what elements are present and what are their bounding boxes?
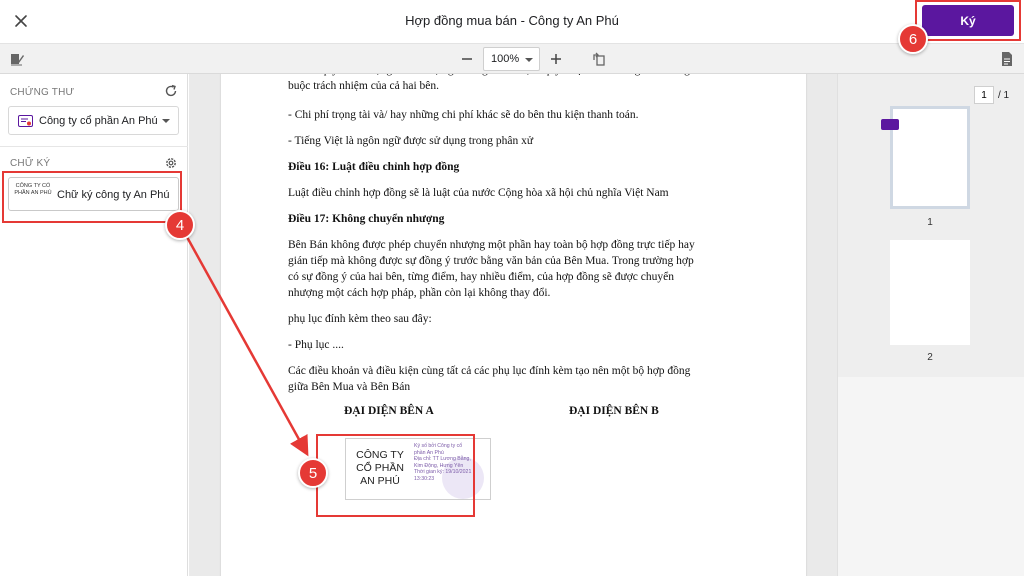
stamp-info-line: Thời gian ký: 19/10/2021 [414, 469, 472, 476]
document-text-line: - Chi phí trọng tài và/ hay những chi ph… [288, 109, 639, 121]
stamp-info-line: Địa chỉ: TT Lương Bằng, [414, 456, 471, 463]
document-text-line: gián tiếp mà không được sự đồng ý trước … [288, 255, 694, 267]
document-text-line: Các điều khoản và điều kiện cùng tất cả … [288, 365, 691, 377]
chevron-down-icon [162, 119, 170, 123]
thumbnail-list: / 1 1 2 [838, 74, 1024, 377]
document-text-line: giữa Bên Mua và Bên Bán [288, 381, 411, 393]
stamp-info-line: Ký số bởi Công ty cổ [414, 443, 463, 449]
signature-thumbnail: CÔNG TY CỔ PHẦN AN PHÚ [14, 183, 52, 196]
document-info-button[interactable] [996, 48, 1018, 70]
pen-edit-icon [11, 54, 24, 66]
document-icon [1002, 52, 1012, 66]
page-thumbnail-label: 1 [927, 217, 933, 228]
thumbnail-panel: / 1 1 2 [837, 74, 1024, 576]
page-thumbnail-2[interactable] [890, 240, 970, 345]
gear-icon[interactable] [164, 156, 178, 170]
chevron-down-icon [525, 58, 533, 62]
cert-section-label: CHỨNG THƯ [10, 87, 75, 98]
left-panel: CHỨNG THƯ Công ty cổ phần An Phú CHỮ KÝ … [0, 74, 188, 576]
document-text-line: Bên Bán không được phép chuyển nhượng mộ… [288, 239, 695, 251]
signature-item[interactable]: CÔNG TY CỔ PHẦN AN PHÚ Chữ ký công ty An… [8, 177, 179, 211]
stamp-info-line: Kim Động, Hưng Yên [414, 462, 464, 469]
zoom-select[interactable]: 100% [483, 47, 540, 71]
document-text-line: Luật điều chỉnh hợp đồng sẽ là luật của … [288, 187, 669, 199]
signature-section-label: CHỮ KÝ [10, 158, 51, 169]
edit-signature-button[interactable] [6, 48, 28, 70]
toolbar: 100% [0, 44, 1024, 74]
document-text-line: phụ lục đính kèm theo sau đây: [288, 313, 432, 325]
signature-marker [881, 119, 899, 130]
stamp-company-name: CÔNG TY CỔ PHẦN AN PHÚ [356, 449, 404, 487]
document-text-line: nhượng một cách hợp pháp, phần còn lại k… [288, 287, 551, 299]
plus-icon [551, 54, 561, 64]
refresh-icon[interactable] [164, 84, 178, 98]
minus-icon [462, 58, 472, 60]
clause-heading: Điều 16: Luật điều chỉnh hợp đồng [288, 161, 460, 173]
certificate-icon [18, 115, 33, 127]
document-page: ĐẠI DIỆN BÊN A ĐẠI DIỆN BÊN B CÔNG TY CỔ… [221, 74, 806, 576]
cert-selected-label: Công ty cổ phần An Phú [39, 115, 158, 127]
document-text-line: - Phụ lục .... [288, 339, 344, 351]
page-counter: / 1 [974, 86, 1009, 104]
divider [0, 146, 188, 147]
document-text-line: buộc trách nhiệm của cả hai bên. [288, 80, 440, 92]
stamp-info: Ký số bởi Công ty cổ phần An Phú Địa chỉ: … [414, 443, 488, 483]
page-thumbnail-1[interactable] [881, 106, 970, 209]
annotation-badge-4: 4 [165, 210, 195, 240]
zoom-value: 100% [491, 53, 520, 65]
document-title: Hợp đồng mua bán - Công ty An Phú [405, 13, 619, 28]
clause-heading: Điều 17: Không chuyển nhượng [288, 213, 445, 225]
page-thumbnail-label: 2 [927, 352, 933, 363]
document-text-line: - Tiếng Việt là ngôn ngữ được sử dụng tr… [288, 135, 534, 147]
document-viewer[interactable]: ĐẠI DIỆN BÊN A ĐẠI DIỆN BÊN B CÔNG TY CỔ… [189, 74, 837, 576]
rep-b-label: ĐẠI DIỆN BÊN B [569, 405, 659, 417]
signature-item-label: Chữ ký công ty An Phú [57, 189, 170, 201]
zoom-in-button[interactable] [545, 48, 567, 70]
annotation-badge-5: 5 [298, 458, 328, 488]
zoom-out-button[interactable] [456, 48, 478, 70]
rotate-icon [593, 52, 605, 66]
document-text-line: có sự đồng ý của hai bên, từng điểm, hay… [288, 271, 674, 283]
page-number-input[interactable] [974, 86, 994, 104]
stamp-info-line: 13:30:23 [414, 475, 435, 482]
rep-a-label: ĐẠI DIỆN BÊN A [344, 405, 434, 417]
rotate-button[interactable] [588, 48, 610, 70]
annotation-badge-6: 6 [898, 24, 928, 54]
signature-stamp[interactable]: CÔNG TY CỔ PHẦN AN PHÚ Ký số bởi Công ty… [345, 438, 491, 500]
header-bar: Hợp đồng mua bán - Công ty An Phú Ký [0, 0, 1024, 44]
cert-select[interactable]: Công ty cổ phần An Phú [8, 106, 179, 135]
page-total: / 1 [998, 89, 1010, 101]
sign-button[interactable]: Ký [922, 5, 1014, 36]
